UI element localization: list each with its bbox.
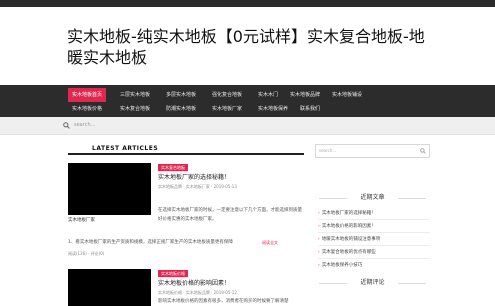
nav-item-composite[interactable]: 实木复合地板	[116, 102, 154, 116]
divider	[318, 258, 430, 259]
nav-item-contact[interactable]: 联系我们	[296, 102, 324, 116]
post-title[interactable]: 实木地板价格的影响因素！	[158, 280, 230, 288]
divider	[318, 232, 430, 233]
excerpt-text: 在选择实木地板厂家的时候，一定要注意以下几个方面，才能选择到质量好价格实惠的实木…	[158, 208, 302, 222]
nav-item-three-layer[interactable]: 三层实木地板	[116, 88, 154, 102]
post-excerpt: 影响实木地板价格的因素有很多，消费者在购买的时候要了解清楚	[158, 299, 289, 304]
post-excerpt: 在选择实木地板厂家的时候，一定要注意以下几个方面，才能选择到质量好价格实惠的实木…	[158, 206, 304, 226]
chevron-right-icon: ›	[318, 250, 320, 255]
divider	[318, 219, 430, 220]
sidebar-recent-label: 地暖实木地板的铺设注意事项	[321, 237, 381, 242]
main-nav: 实木地板首页 三层实木地板 多层实木地板 强化复合地板 实木木门 实木地板品牌 …	[0, 85, 495, 117]
sidebar-recent-label: 实木地板保养小技巧	[321, 263, 363, 268]
sidebar-recent-label: 实木地板价格的影响因素！	[321, 224, 376, 229]
excerpt-text-end: 厂家。	[203, 217, 217, 222]
nav-item-doors[interactable]: 实木木门	[254, 88, 282, 102]
recent-comments-header: 近期评论	[315, 277, 430, 289]
nav-item-factory[interactable]: 实木地板厂家	[208, 102, 246, 116]
search-icon[interactable]	[420, 148, 426, 154]
chevron-right-icon: ›	[318, 211, 320, 216]
nav-item-price[interactable]: 实木地板价格	[68, 102, 106, 116]
section-title: LATEST ARTICLES	[92, 145, 159, 152]
post-footer-meta: 阅读(126) · 评论(0)	[68, 251, 105, 256]
sidebar-search-placeholder: search...	[319, 148, 337, 153]
sidebar-recent-item[interactable]: › 实木地板厂家的选择秘籍！	[318, 210, 430, 217]
sidebar-recent-item[interactable]: › 实木复合地板的优点有哪些	[318, 249, 430, 256]
read-more-link[interactable]: 阅读全文	[262, 240, 278, 246]
divider	[398, 198, 426, 199]
sidebar-recent-item[interactable]: › 实木地板价格的影响因素！	[318, 223, 430, 230]
chevron-right-icon: ›	[318, 237, 320, 242]
search-icon[interactable]	[63, 122, 70, 129]
thumbnail-caption: 实木地板厂家	[68, 218, 95, 223]
sidebar-recent-label: 实木复合地板的优点有哪些	[321, 250, 376, 255]
nav-item-install[interactable]: 实木地板铺设	[328, 88, 366, 102]
nav-item-moisture[interactable]: 防潮实木地板	[162, 102, 200, 116]
post-meta: 实木地板价格 · 实木地板品牌 · 2019-05-12	[158, 290, 237, 295]
chevron-right-icon: ›	[318, 263, 320, 268]
nav-item-home[interactable]: 实木地板首页	[68, 88, 107, 102]
post-list-line: 1、看实木地板厂家的生产资质和规模，选择正规厂家生产的实木地板质量更有保障	[68, 240, 233, 245]
post-thumbnail[interactable]	[68, 163, 151, 215]
category-badge[interactable]: 实木地板价格	[158, 270, 188, 277]
search-input[interactable]: search...	[74, 122, 95, 129]
nav-item-brands[interactable]: 实木地板品牌	[286, 88, 324, 102]
nav-item-multi-layer[interactable]: 多层实木地板	[162, 88, 200, 102]
site-title[interactable]: 实木地板-纯实木地板【0元试样】实木复合地板-地暖实木地板	[67, 26, 437, 68]
chevron-right-icon: ›	[318, 224, 320, 229]
sidebar-recent-item[interactable]: › 地暖实木地板的铺设注意事项	[318, 236, 430, 243]
nav-item-care[interactable]: 实木地板保养	[254, 102, 292, 116]
post-meta: 实木地板品牌 · 实木地板厂家 · 2019-05-13	[158, 184, 237, 189]
nav-item-laminate[interactable]: 强化复合地板	[208, 88, 246, 102]
divider	[318, 245, 430, 246]
post-thumbnail[interactable]	[68, 269, 151, 306]
sidebar-recent-label: 实木地板厂家的选择秘籍！	[321, 211, 376, 216]
recent-posts-header: 近期文章	[315, 192, 430, 204]
post-title[interactable]: 实木地板厂家的选择秘籍！	[158, 174, 230, 182]
top-bar	[0, 0, 495, 7]
divider	[398, 283, 426, 284]
sidebar-recent-item[interactable]: › 实木地板保养小技巧	[318, 262, 430, 269]
category-badge[interactable]: 实木复合地板	[158, 164, 188, 171]
